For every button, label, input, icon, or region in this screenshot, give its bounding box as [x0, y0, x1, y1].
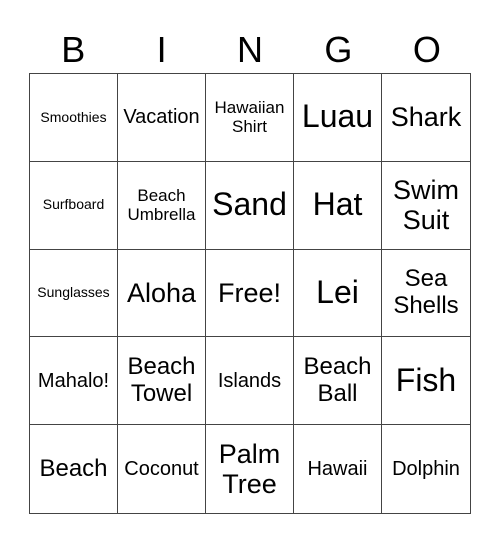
bingo-cell-text: Luau [301, 98, 374, 135]
bingo-cell-text: Sand [212, 186, 287, 223]
bingo-cell[interactable]: Dolphin [382, 425, 470, 513]
bingo-cell[interactable]: Coconut [118, 425, 206, 513]
bingo-cell[interactable]: Hawaiian Shirt [206, 74, 294, 162]
bingo-cell[interactable]: Beach Umbrella [118, 161, 206, 250]
bingo-cell[interactable]: Vacation [118, 74, 206, 162]
bingo-cell[interactable]: Sand [206, 161, 294, 250]
bingo-cell[interactable]: Sunglasses [30, 249, 118, 338]
bingo-cell[interactable]: Beach Towel [118, 337, 206, 426]
bingo-cell[interactable]: Smoothies [30, 74, 118, 162]
bingo-cell-text: Free! [217, 277, 282, 308]
bingo-cell[interactable]: Aloha [118, 249, 206, 338]
bingo-cell-text: Dolphin [392, 457, 460, 480]
bingo-cell-text: Smoothies [40, 108, 107, 125]
bingo-cell[interactable]: Free! [206, 249, 294, 338]
bingo-cell[interactable]: Palm Tree [206, 425, 294, 513]
bingo-cell-text: Sea Shells [393, 265, 459, 319]
bingo-cell-text: Hawaii [307, 457, 368, 480]
bingo-cell[interactable]: Mahalo! [30, 337, 118, 426]
bingo-cell-text: Islands [217, 369, 282, 392]
header-letter-n: N [237, 29, 264, 70]
bingo-cell[interactable]: Hawaii [294, 425, 382, 513]
bingo-cell-text: Surfboard [42, 196, 105, 213]
bingo-cell-text: Shark [390, 102, 462, 133]
header-letter-b: B [61, 29, 86, 70]
bingo-cell[interactable]: Swim Suit [382, 162, 470, 250]
bingo-cell-text: Mahalo! [37, 369, 110, 392]
bingo-header: B I N G O [29, 28, 471, 72]
header-letter-g: G [324, 29, 353, 70]
bingo-cell[interactable]: Beach [30, 425, 118, 513]
bingo-cell-text: Beach [39, 454, 108, 482]
bingo-cell-text: Beach Ball [303, 352, 372, 407]
bingo-cell-text: Fish [395, 361, 457, 398]
bingo-cell-text: Hat [312, 186, 363, 223]
bingo-cell-text: Swim Suit [393, 174, 459, 236]
bingo-cell[interactable]: Islands [206, 337, 294, 426]
header-letter-o: O [412, 29, 441, 70]
bingo-cell[interactable]: Sea Shells [382, 250, 470, 338]
bingo-cell-text: Vacation [123, 106, 200, 129]
bingo-cell-text: Hawaiian Shirt [214, 98, 285, 137]
bingo-cell-text: Palm Tree [218, 438, 281, 500]
bingo-cell-text: Coconut [124, 457, 199, 480]
bingo-cell-text: Beach Towel [127, 352, 196, 407]
bingo-cell-text: Aloha [126, 277, 197, 308]
bingo-cell[interactable]: Beach Ball [294, 337, 382, 426]
bingo-cell[interactable]: Luau [294, 74, 382, 162]
bingo-grid: Smoothies Vacation Hawaiian Shirt Luau Shark… [29, 73, 471, 514]
bingo-cell-text: Sunglasses [37, 284, 110, 301]
bingo-cell[interactable]: Fish [382, 337, 470, 426]
header-letter-i: I [156, 29, 167, 70]
bingo-cell-text: Lei [316, 274, 359, 311]
bingo-cell[interactable]: Lei [294, 249, 382, 338]
bingo-cell-text: Beach Umbrella [127, 186, 196, 225]
bingo-cell[interactable]: Surfboard [30, 161, 118, 250]
bingo-cell[interactable]: Shark [382, 74, 470, 162]
bingo-cell[interactable]: Hat [294, 161, 382, 250]
